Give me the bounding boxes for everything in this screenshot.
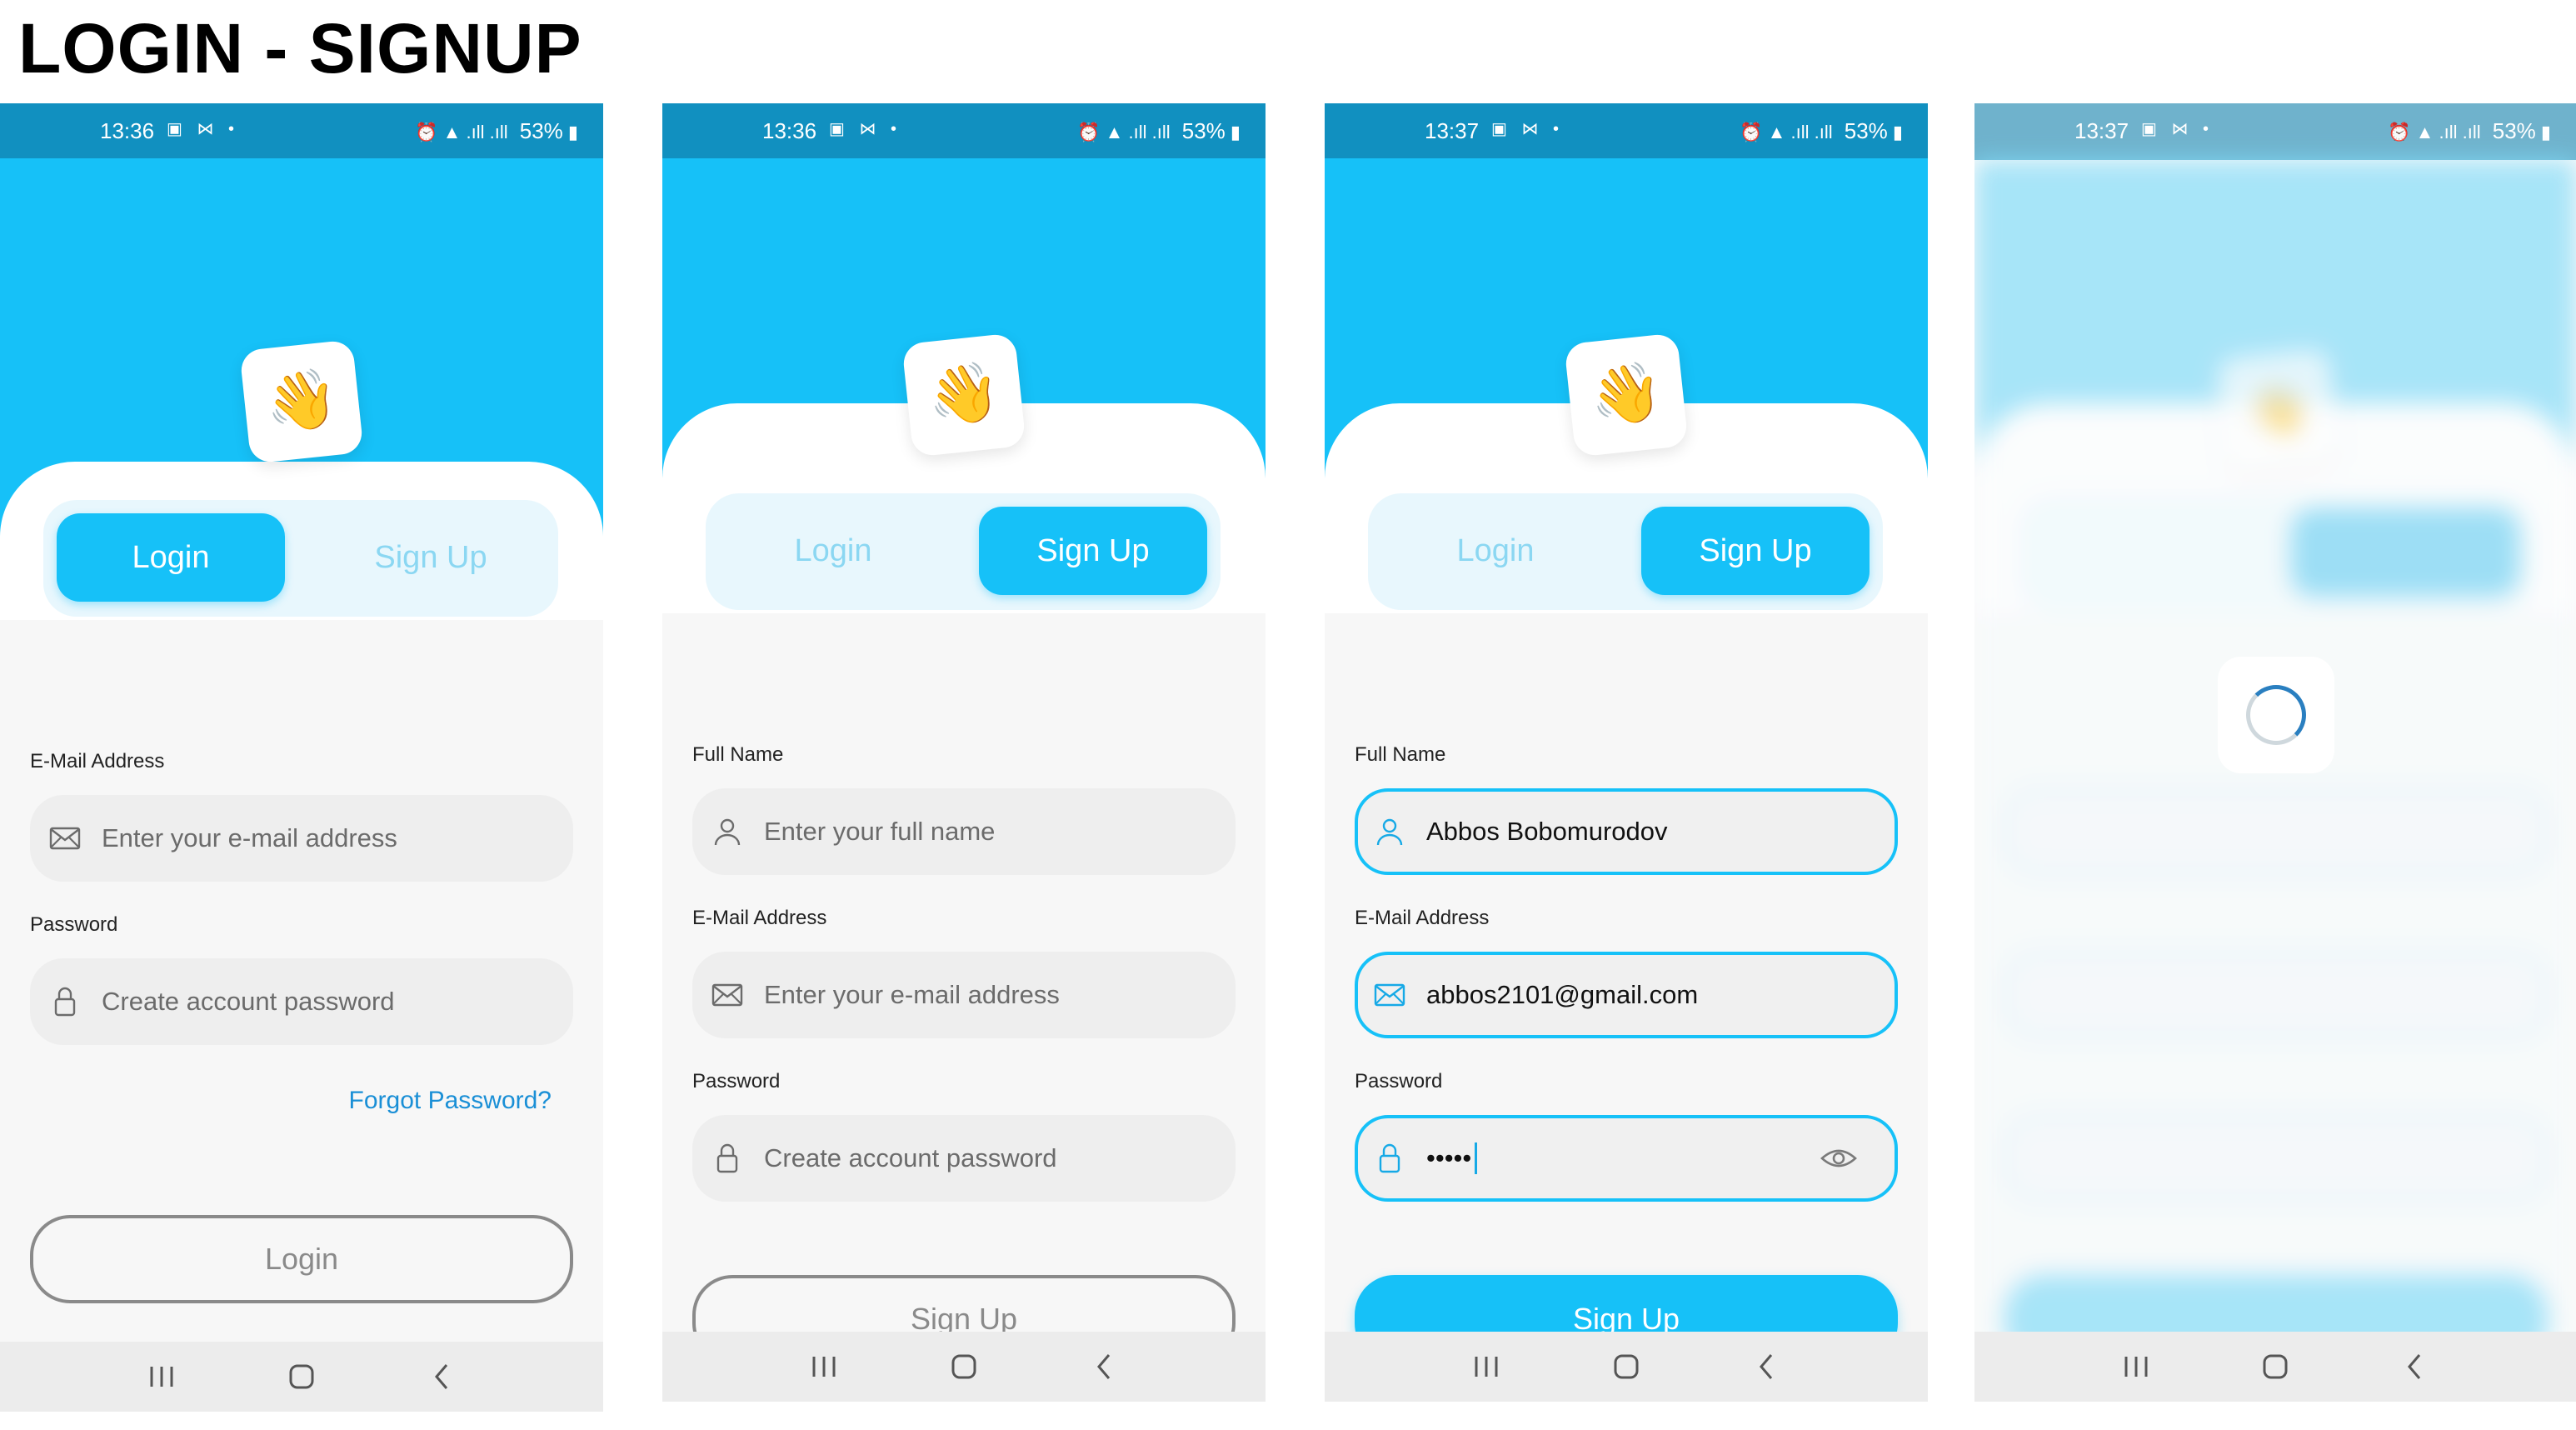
signup-screen-empty: 13:36 ▣ ⋈ • ⏰ ▲ .ıll .ıll 53% ▮ 👋 Login … [662, 103, 1266, 1402]
password-field[interactable]: ••••• [1355, 1115, 1898, 1202]
auth-tab-bar: Login Sign Up [43, 500, 558, 617]
email-label: E-Mail Address [692, 907, 827, 929]
email-field[interactable]: Enter your e-mail address [692, 952, 1236, 1038]
auth-tab-bar: Login Sign Up [706, 493, 1221, 610]
android-nav-bar [662, 1332, 1266, 1402]
recent-apps-icon[interactable] [2111, 1346, 2161, 1388]
password-value: ••••• [1426, 1143, 1472, 1172]
signup-form: Full Name Abbos Bobomurodov E-Mail Addre… [1325, 613, 1928, 1363]
loading-dialog [2218, 657, 2334, 773]
email-label: E-Mail Address [1355, 907, 1490, 929]
system-icons: ⏰ ▲ .ıll .ıll 53% ▮ [415, 118, 578, 143]
home-icon[interactable] [2250, 1346, 2300, 1388]
back-icon[interactable] [1079, 1346, 1129, 1388]
waving-hand-icon: 👋 [901, 332, 1026, 458]
waving-hand-icon: 👋 [1564, 332, 1689, 458]
home-icon[interactable] [939, 1346, 989, 1388]
email-field[interactable]: Enter your e-mail address [30, 795, 573, 882]
home-icon[interactable] [277, 1356, 327, 1398]
back-icon[interactable] [2389, 1346, 2439, 1388]
status-bar: 13:37 ▣ ⋈ • ⏰ ▲ .ıll .ıll 53% ▮ [1325, 103, 1928, 160]
status-bar: 13:36 ▣ ⋈ • ⏰ ▲ .ıll .ıll 53% ▮ [0, 103, 603, 158]
battery-level: 53% [1181, 118, 1226, 143]
user-icon [1373, 815, 1406, 848]
recent-apps-icon[interactable] [137, 1356, 187, 1398]
password-field[interactable]: Create account password [692, 1115, 1236, 1202]
status-bar: 13:36 ▣ ⋈ • ⏰ ▲ .ıll .ıll 53% ▮ [662, 103, 1266, 160]
system-icons: ⏰ ▲ .ıll .ıll 53% ▮ [1077, 118, 1241, 143]
back-icon[interactable] [1741, 1346, 1791, 1388]
password-field[interactable]: Create account password [30, 958, 573, 1045]
status-time: 13:37 [1425, 118, 1480, 143]
android-nav-bar [0, 1342, 603, 1412]
user-icon [711, 815, 744, 848]
home-icon[interactable] [1601, 1346, 1651, 1388]
password-label: Password [692, 1070, 781, 1092]
back-icon[interactable] [417, 1356, 467, 1398]
mail-icon [48, 822, 82, 855]
email-value: abbos2101@gmail.com [1426, 980, 1699, 1009]
tab-login[interactable]: Login [719, 507, 947, 595]
tab-signup[interactable]: Sign Up [1641, 507, 1870, 595]
login-button[interactable]: Login [30, 1215, 573, 1303]
tab-signup[interactable]: Sign Up [979, 507, 1207, 595]
email-label: E-Mail Address [30, 750, 165, 772]
android-nav-bar [1325, 1332, 1928, 1402]
mail-icon [711, 978, 744, 1012]
tab-login[interactable]: Login [57, 513, 285, 602]
tab-login[interactable]: Login [1381, 507, 1610, 595]
text-cursor [1475, 1142, 1478, 1174]
password-placeholder: Create account password [764, 1143, 1057, 1172]
full-name-value: Abbos Bobomurodov [1426, 817, 1668, 846]
android-nav-bar [1974, 1332, 2576, 1402]
mail-icon [1373, 978, 1406, 1012]
status-time: 13:36 [762, 118, 817, 143]
system-icons: ⏰ ▲ .ıll .ıll 53% ▮ [1740, 118, 1903, 143]
waving-hand-icon: 👋 [239, 339, 364, 464]
tab-signup[interactable]: Sign Up [317, 513, 545, 602]
password-label: Password [30, 913, 118, 936]
lock-icon [1373, 1142, 1406, 1175]
notification-icons: ▣ ⋈ • [829, 120, 902, 138]
loading-screen: 13:37 ▣ ⋈ • ⏰ ▲ .ıll .ıll 53% ▮ 👋 [1974, 103, 2576, 1402]
loading-spinner-icon [2246, 685, 2306, 745]
eye-icon[interactable] [1820, 1145, 1858, 1172]
recent-apps-icon[interactable] [799, 1346, 849, 1388]
battery-level: 53% [519, 118, 563, 143]
full-name-field[interactable]: Enter your full name [692, 788, 1236, 875]
lock-icon [48, 985, 82, 1018]
full-name-placeholder: Enter your full name [764, 817, 996, 846]
email-placeholder: Enter your e-mail address [764, 980, 1060, 1009]
password-label: Password [1355, 1070, 1443, 1092]
battery-level: 53% [1844, 118, 1888, 143]
auth-tab-bar: Login Sign Up [1368, 493, 1883, 610]
notification-icons: ▣ ⋈ • [1491, 120, 1565, 138]
full-name-label: Full Name [692, 743, 784, 766]
login-screen: 13:36 ▣ ⋈ • ⏰ ▲ .ıll .ıll 53% ▮ 👋 Login … [0, 103, 603, 1412]
full-name-field[interactable]: Abbos Bobomurodov [1355, 788, 1898, 875]
status-time: 13:36 [100, 118, 155, 143]
full-name-label: Full Name [1355, 743, 1446, 766]
signup-form: Full Name Enter your full name E-Mail Ad… [662, 613, 1266, 1363]
email-placeholder: Enter your e-mail address [102, 823, 397, 852]
forgot-password-link[interactable]: Forgot Password? [349, 1087, 552, 1115]
recent-apps-icon[interactable] [1461, 1346, 1511, 1388]
notification-icons: ▣ ⋈ • [167, 120, 240, 138]
signup-screen-filled: 13:37 ▣ ⋈ • ⏰ ▲ .ıll .ıll 53% ▮ 👋 Login … [1325, 103, 1928, 1402]
login-form: E-Mail Address Enter your e-mail address… [0, 620, 603, 1353]
page-title: LOGIN - SIGNUP [18, 9, 582, 88]
password-placeholder: Create account password [102, 987, 395, 1016]
lock-icon [711, 1142, 744, 1175]
email-field[interactable]: abbos2101@gmail.com [1355, 952, 1898, 1038]
